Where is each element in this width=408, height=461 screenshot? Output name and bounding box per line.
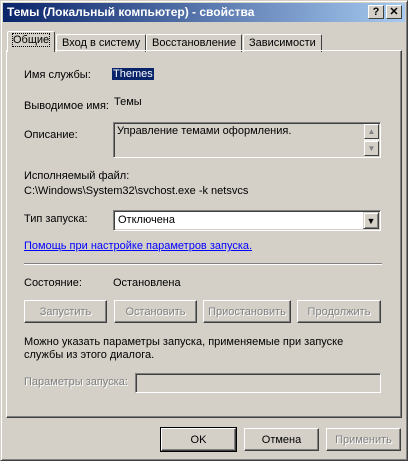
ok-button-label: OK [190,433,207,446]
dropdown-arrow-button[interactable]: ▼ [363,212,379,229]
cancel-button-label: Отмена [261,433,302,446]
tab-label: Восстановление [152,37,237,49]
apply-button-label: Применить [335,433,392,446]
close-button[interactable]: ✕ [386,5,402,19]
start-button[interactable]: Запустить [24,300,107,323]
tab-label: Общие [11,33,51,47]
executable-label: Исполняемый файл: [24,170,130,182]
chevron-down-icon: ▼ [366,215,376,226]
tab-panel-general: Имя службы: Themes Выводимое имя: Темы О… [6,50,402,418]
pause-button-label: Приостановить [208,305,286,318]
description-value: Управление темами оформления. [117,125,292,137]
display-name-label: Выводимое имя: [24,100,109,112]
service-name-label: Имя службы: [24,69,91,81]
resume-button-label: Продолжить [307,305,371,318]
description-box[interactable]: Управление темами оформления. ▲ ▼ [113,122,381,158]
startup-type-select[interactable]: Отключена ▼ [113,210,381,231]
divider [24,263,382,265]
resume-button[interactable]: Продолжить [297,300,381,323]
tab-bar: Общие Вход в систему Восстановление Зави… [1,31,408,52]
status-value: Остановлена [113,277,181,289]
start-button-label: Запустить [39,305,92,318]
executable-path[interactable]: C:\Windows\System32\svchost.exe -k netsv… [24,185,248,197]
tab-general[interactable]: Общие [7,31,56,52]
status-label: Состояние: [24,277,82,289]
start-params-label: Параметры запуска: [24,376,128,388]
start-params-hint: Можно указать параметры запуска, применя… [24,336,344,361]
stop-button-label: Остановить [125,305,186,318]
scroll-down-icon: ▼ [367,144,376,153]
apply-button[interactable]: Применить [326,428,401,451]
startup-type-value: Отключена [118,214,175,226]
tab-label: Зависимости [249,37,316,49]
help-icon: ? [372,6,380,18]
tab-label: Вход в систему [62,37,141,49]
description-label: Описание: [24,129,78,141]
scroll-up-icon: ▲ [367,127,376,136]
help-button[interactable]: ? [368,5,384,19]
startup-type-label: Тип запуска: [24,213,88,225]
title-bar[interactable]: Темы (Локальный компьютер) - свойства ? … [3,3,405,22]
window-title: Темы (Локальный компьютер) - свойства [7,5,255,19]
display-name-value[interactable]: Темы [114,96,142,108]
ok-button[interactable]: OK [160,427,237,452]
close-icon: ✕ [389,6,399,18]
pause-button[interactable]: Приостановить [203,300,291,323]
stop-button[interactable]: Остановить [114,300,197,323]
scroll-down-button[interactable]: ▼ [364,141,379,156]
scroll-up-button[interactable]: ▲ [364,124,379,139]
cancel-button[interactable]: Отмена [244,428,319,451]
startup-help-link[interactable]: Помощь при настройке параметров запуска. [24,240,252,252]
service-name-value[interactable]: Themes [112,68,154,80]
properties-dialog: Темы (Локальный компьютер) - свойства ? … [0,0,408,461]
start-params-input[interactable] [135,373,381,393]
